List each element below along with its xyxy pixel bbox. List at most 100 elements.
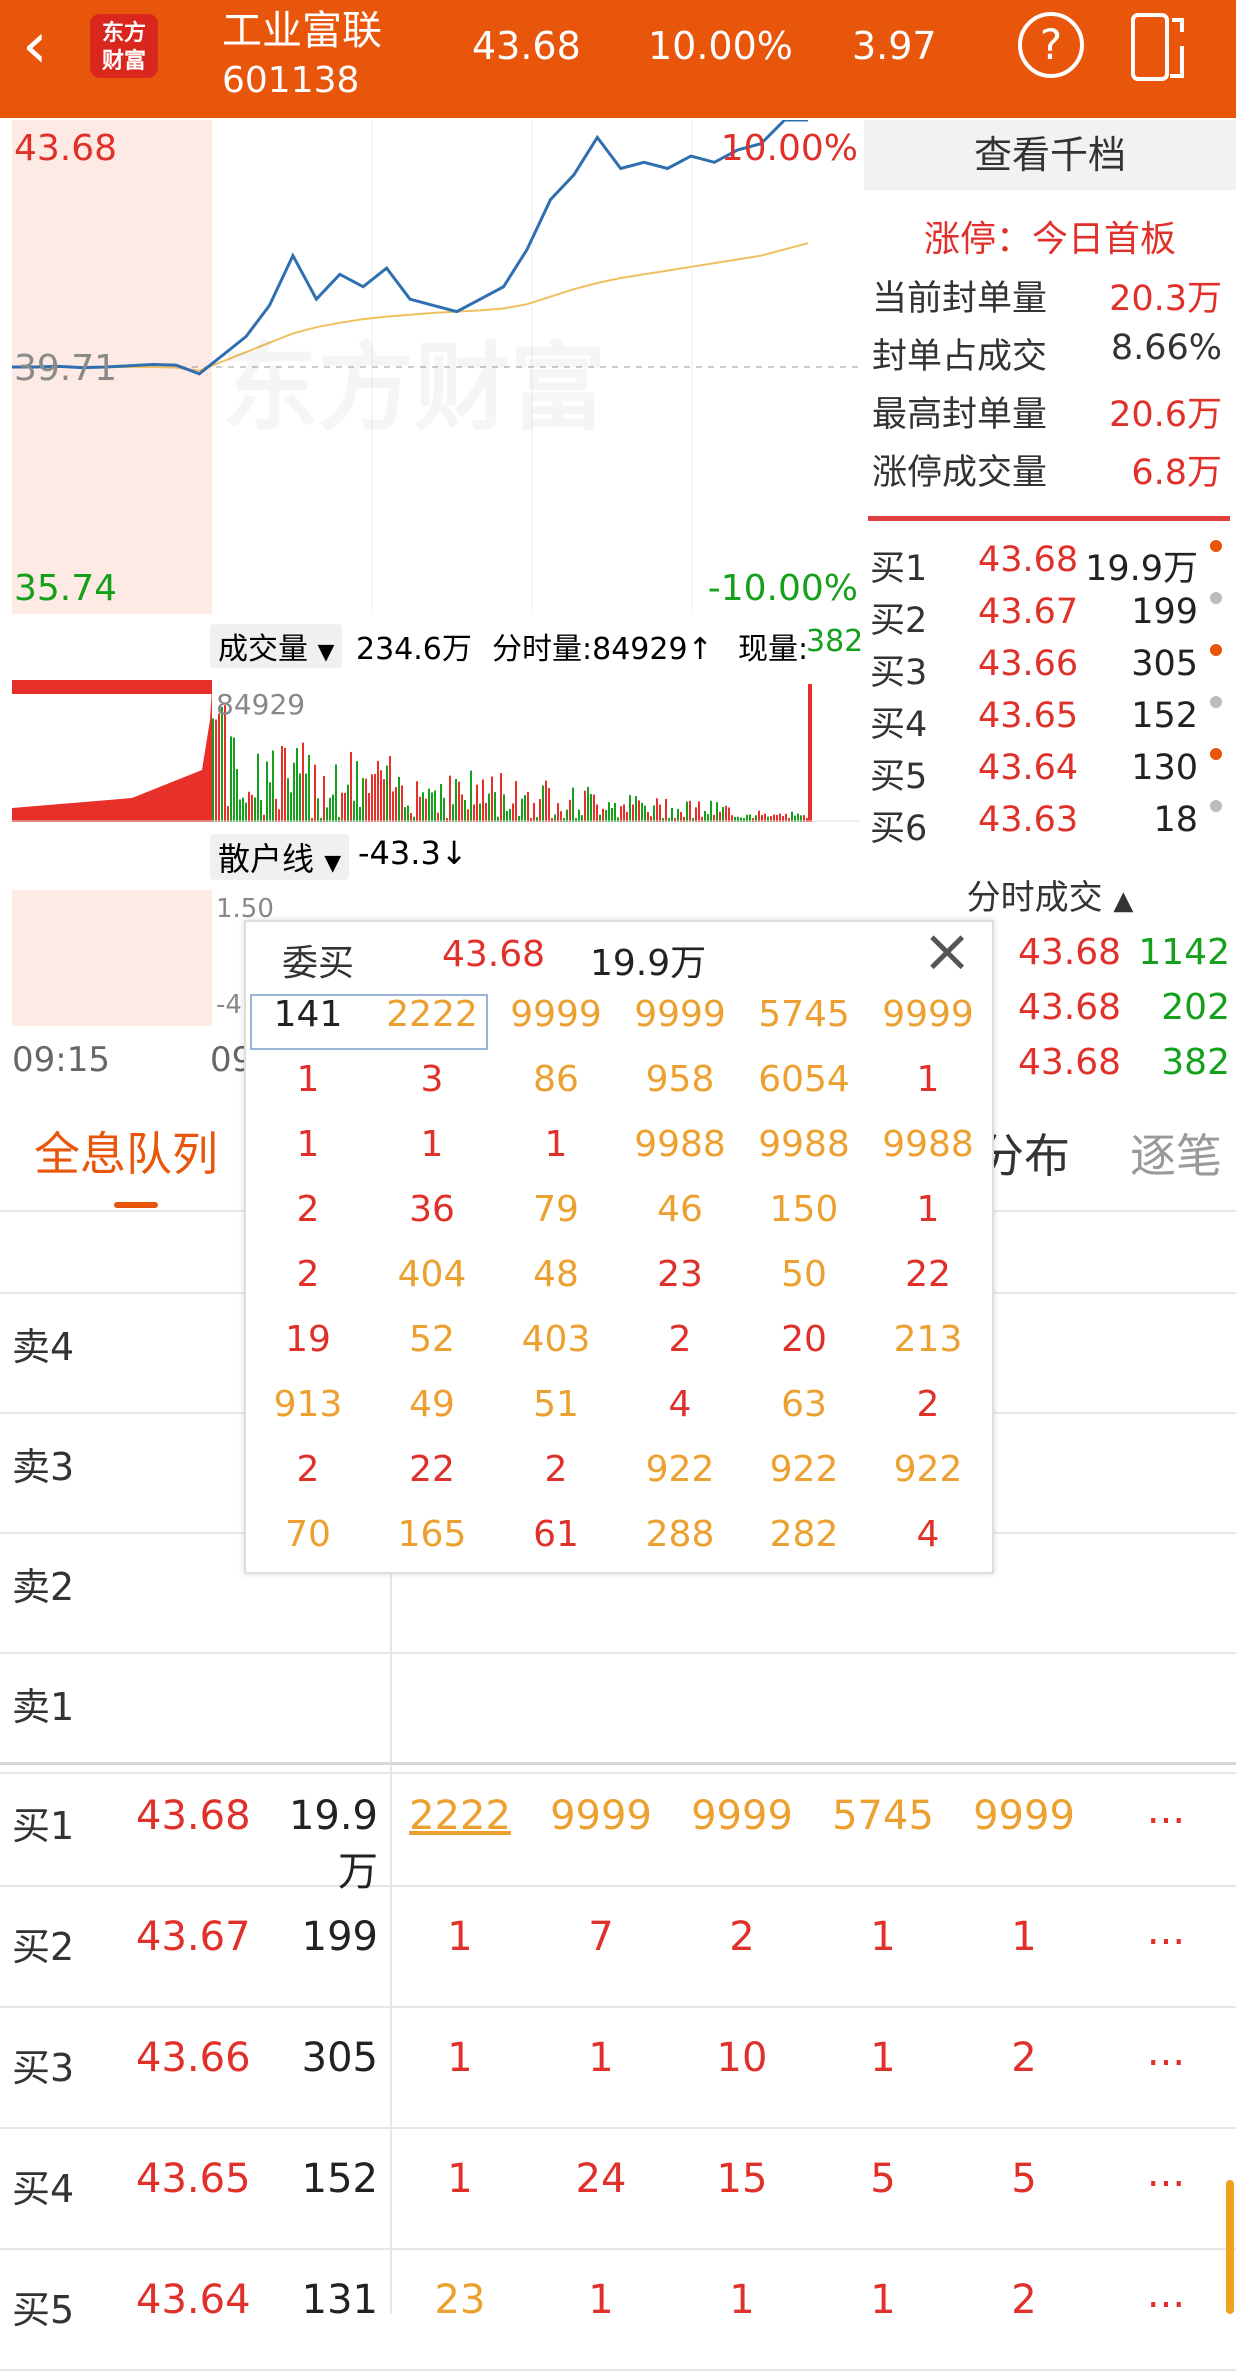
view-depth-button[interactable]: 查看千档 [864,120,1236,190]
queue-cell[interactable]: 10 [682,2035,802,2081]
queue-cell[interactable]: 1 [682,2277,802,2323]
rotate-screen-icon[interactable] [1130,12,1186,82]
volume-bar [302,742,304,822]
bid-queue-popup: 委买 43.68 19.9万 × 141 2222 9999 9999 5745 9999… [244,916,994,1574]
popup-queue-cell: 9988 [634,1124,726,1165]
queue-cell[interactable]: 9999 [541,1793,661,1839]
ask-row[interactable]: 卖1 [0,1652,1236,1774]
popup-vol: 19.9万 [590,943,707,984]
queue-cell[interactable]: 1 [400,2156,520,2202]
scrollbar[interactable] [1226,2180,1234,2314]
queue-cell[interactable]: 2222 [400,1793,520,1839]
volume-bar [428,788,430,822]
queue-cell[interactable]: 1 [541,2035,661,2081]
bid-label: 买5 [870,757,928,797]
popup-queue-cell: 22 [409,1449,455,1490]
queue-cell[interactable]: 5 [964,2156,1084,2202]
queue-cell[interactable]: 1 [400,2035,520,2081]
bid-queue-row[interactable]: 买3 43.66 305 1 1 10 1 2... [0,2007,1236,2129]
volume-bar [464,799,466,822]
bid-level-row[interactable]: 买1 43.68 19.9万 [870,540,1236,592]
queue-cell[interactable]: 2 [964,2035,1084,2081]
volume-bar [425,798,427,822]
queue-cell[interactable]: 23 [400,2277,520,2323]
bid-level-row[interactable]: 买3 43.66 305 [870,644,1236,696]
more-icon[interactable]: ... [1106,2271,1226,2317]
popup-queue-cell: 6054 [758,1059,850,1100]
volume-bar [305,773,307,822]
bid-level-row[interactable]: 买5 43.64 130 [870,748,1236,800]
bid-vol: 199 [301,1914,378,1960]
popup-queue-cell: 52 [409,1319,455,1360]
bid-level-row[interactable]: 买6 43.63 18 [870,800,1236,852]
bid-vol: 130 [1131,748,1198,788]
trades-header[interactable]: 分时成交 ▲ [864,870,1236,926]
queue-cell[interactable]: 1 [964,1914,1084,1960]
popup-queue-cell: 9988 [758,1124,850,1165]
queue-cell[interactable]: 7 [541,1914,661,1960]
bid-vol: 152 [1131,696,1198,736]
popup-queue-cell: 403 [521,1319,591,1360]
popup-queue-cell: 141 [273,994,343,1035]
popup-queue-cell: 70 [285,1514,331,1555]
change-amount: 3.97 [852,24,937,68]
bid-queue-row[interactable]: 买5 43.64 131 23 1 1 1 2... [0,2249,1236,2371]
volume-bar [383,779,385,822]
volume-bar [299,773,301,822]
queue-cell[interactable]: 9999 [964,1793,1084,1839]
volume-bar [344,792,346,822]
status-dot [1210,644,1222,656]
queue-cell[interactable]: 1 [400,1914,520,1960]
popup-queue-cell: 9999 [510,994,602,1035]
bid-vol: 152 [301,2156,378,2202]
volume-bar [419,796,421,822]
more-icon[interactable]: ... [1106,1787,1226,1833]
queue-cell[interactable]: 9999 [682,1793,802,1839]
more-icon[interactable]: ... [1106,1908,1226,1954]
volume-bar [686,801,688,822]
help-icon[interactable]: ? [1018,12,1084,78]
back-icon[interactable]: ‹ [22,14,48,78]
bid-queue-row[interactable]: 买1 43.68 19.9万 2222 9999 9999 5745 9999... [0,1765,1236,1895]
seal-label: 封单占成交 [872,337,1048,377]
more-icon[interactable]: ... [1106,2029,1226,2075]
popup-queue-cell: 4 [916,1514,940,1555]
popup-queue-cell: 1 [296,1059,320,1100]
bid-level-row[interactable]: 买4 43.65 152 [870,696,1236,748]
bid-queue-row[interactable]: 买4 43.65 152 1 24 15 5 5... [0,2128,1236,2250]
queue-cell[interactable]: 5 [823,2156,943,2202]
bid-price: 43.67 [978,592,1079,632]
volume-bar [557,803,559,822]
stock-name: 工业富联 [222,8,382,54]
bid-queue-row[interactable]: 买2 43.67 199 1 7 2 1 1... [0,1886,1236,2008]
volume-chart[interactable]: 84929 [12,680,860,822]
volume-bar [323,776,325,822]
logo-text-2: 财富 [101,49,146,74]
tab-queue[interactable]: 全息队列 [34,1118,218,1184]
queue-cell[interactable]: 1 [823,2035,943,2081]
tab-tick[interactable]: 逐笔 [1130,1120,1222,1186]
queue-cell[interactable]: 5745 [823,1793,943,1839]
bid-label: 买4 [870,705,928,745]
price-chart[interactable]: 东方财富 43.68 10.00% 39.71 35.74 -10.00% [12,120,860,614]
queue-cell[interactable]: 1 [541,2277,661,2323]
logo-text-1: 东方 [101,21,146,46]
queue-cell[interactable]: 2 [964,2277,1084,2323]
more-icon[interactable]: ... [1106,2150,1226,2196]
close-icon[interactable]: × [922,916,972,986]
bid-level-row[interactable]: 买2 43.67 199 [870,592,1236,644]
volume-bar [290,792,292,822]
queue-cell[interactable]: 1 [823,1914,943,1960]
queue-cell[interactable]: 2 [682,1914,802,1960]
retail-selector[interactable]: 散户线 ▼ [210,834,350,880]
volume-bar [353,800,355,822]
volume-selector[interactable]: 成交量 ▼ [210,624,343,668]
bid-label: 买5 [12,2288,75,2332]
queue-cell[interactable]: 24 [541,2156,661,2202]
bid-label: 买2 [12,1925,75,1969]
queue-cell[interactable]: 1 [823,2277,943,2323]
volume-bar [221,707,223,822]
queue-cell[interactable]: 15 [682,2156,802,2202]
bid-label: 买4 [12,2167,75,2211]
ask-label: 卖3 [12,1445,75,1489]
